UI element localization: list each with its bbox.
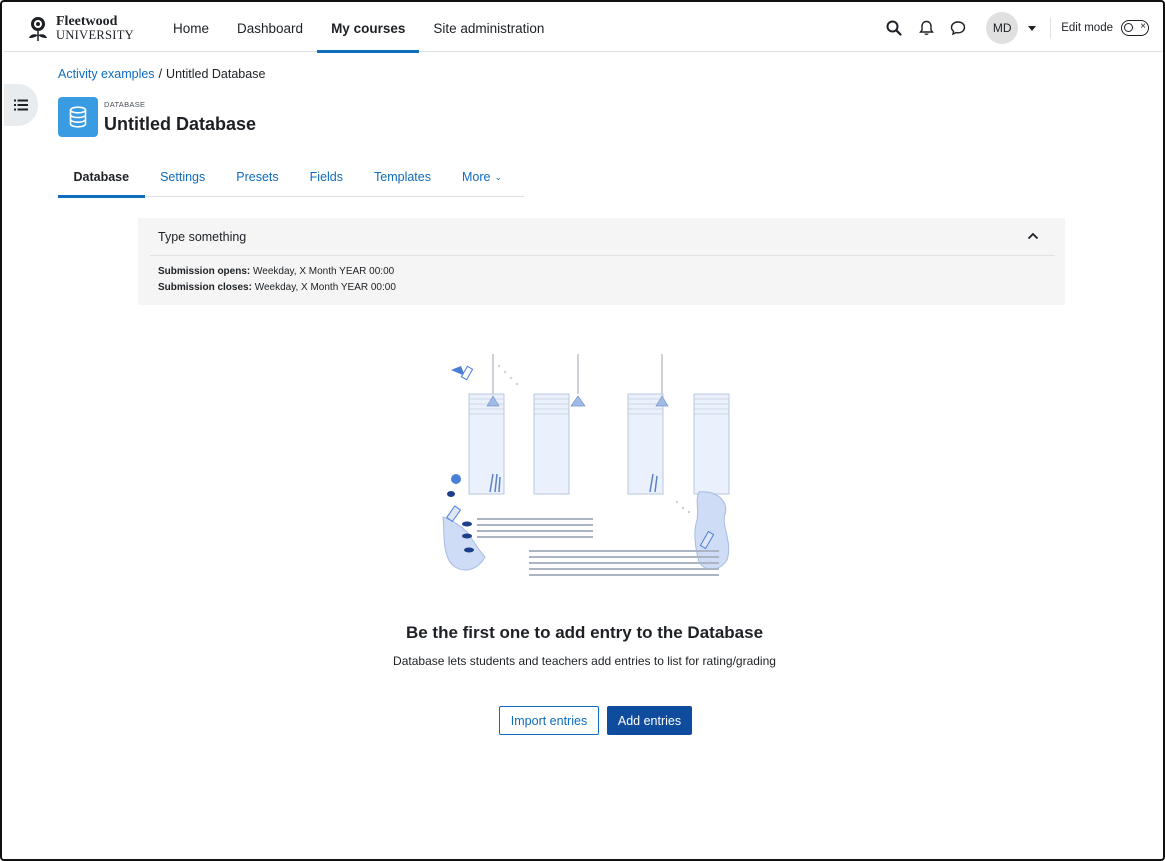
tab-settings[interactable]: Settings: [145, 157, 221, 197]
chevron-down-icon: ⌄: [494, 171, 503, 182]
nav-dashboard[interactable]: Dashboard: [223, 4, 317, 52]
breadcrumb-parent-link[interactable]: Activity examples: [58, 67, 155, 81]
page-title: Untitled Database: [104, 114, 257, 134]
chevron-up-icon[interactable]: [1025, 228, 1041, 244]
tab-presets[interactable]: Presets: [221, 157, 294, 197]
university-logo[interactable]: Fleetwood UNIVERSITY: [24, 13, 134, 43]
nav-home[interactable]: Home: [159, 4, 223, 52]
submission-opens-value: Weekday, X Month YEAR 00:00: [253, 266, 395, 277]
course-index-toggle[interactable]: [4, 84, 38, 126]
bell-icon[interactable]: [910, 12, 942, 44]
submission-closes-label: Submission closes:: [158, 282, 252, 293]
breadcrumb: Activity examples / Untitled Database: [58, 67, 265, 81]
breadcrumb-separator: /: [158, 67, 163, 81]
secondary-nav-tabs: Database Settings Presets Fields Templat…: [58, 157, 524, 198]
primary-nav: Home Dashboard My courses Site administr…: [159, 4, 558, 53]
submission-opens-label: Submission opens:: [158, 266, 251, 277]
import-entries-button[interactable]: Import entries: [499, 706, 599, 735]
module-type-label: DATABASE: [104, 100, 146, 109]
empty-database-illustration: [442, 354, 730, 576]
tab-more-label: More: [461, 170, 491, 184]
submission-opens: Submission opens: Weekday, X Month YEAR …: [158, 266, 394, 277]
navbar-right: MD Edit mode ×: [878, 4, 1149, 52]
info-divider: [150, 255, 1055, 256]
edit-mode-label: Edit mode: [1061, 22, 1113, 34]
nav-my-courses[interactable]: My courses: [317, 4, 420, 53]
toggle-knob: [1124, 23, 1133, 32]
user-avatar[interactable]: MD: [986, 12, 1019, 44]
edit-mode-toggle[interactable]: ×: [1121, 20, 1149, 36]
user-menu-caret-icon[interactable]: [1028, 25, 1037, 31]
tab-fields[interactable]: Fields: [294, 157, 358, 197]
navbar-divider: [1050, 17, 1052, 39]
tab-database[interactable]: Database: [58, 157, 145, 198]
nav-site-administration[interactable]: Site administration: [419, 4, 558, 52]
top-navbar: Fleetwood UNIVERSITY Home Dashboard My c…: [4, 4, 1163, 53]
breadcrumb-current: Untitled Database: [166, 67, 266, 81]
search-icon[interactable]: [878, 12, 910, 44]
empty-state-title: Be the first one to add entry to the Dat…: [405, 623, 764, 642]
app-frame: Fleetwood UNIVERSITY Home Dashboard My c…: [0, 0, 1165, 861]
rose-logo-icon: [29, 17, 47, 41]
submission-closes-value: Weekday, X Month YEAR 00:00: [254, 282, 396, 293]
activity-info-panel: Type something Submission opens: Weekday…: [138, 218, 1065, 305]
tab-more[interactable]: More ⌄: [446, 157, 517, 197]
chat-icon[interactable]: [942, 12, 974, 44]
logo-line2: UNIVERSITY: [56, 27, 134, 42]
add-entries-button[interactable]: Add entries: [607, 706, 692, 735]
list-icon: [14, 99, 28, 111]
tab-templates[interactable]: Templates: [359, 157, 447, 197]
info-heading: Type something: [158, 230, 247, 244]
database-icon: [58, 97, 98, 137]
empty-state-description: Database lets students and teachers add …: [393, 654, 776, 668]
submission-closes: Submission closes: Weekday, X Month YEAR…: [158, 282, 396, 293]
logo-line1: Fleetwood: [56, 13, 118, 29]
toggle-off-icon: ×: [1140, 21, 1146, 32]
